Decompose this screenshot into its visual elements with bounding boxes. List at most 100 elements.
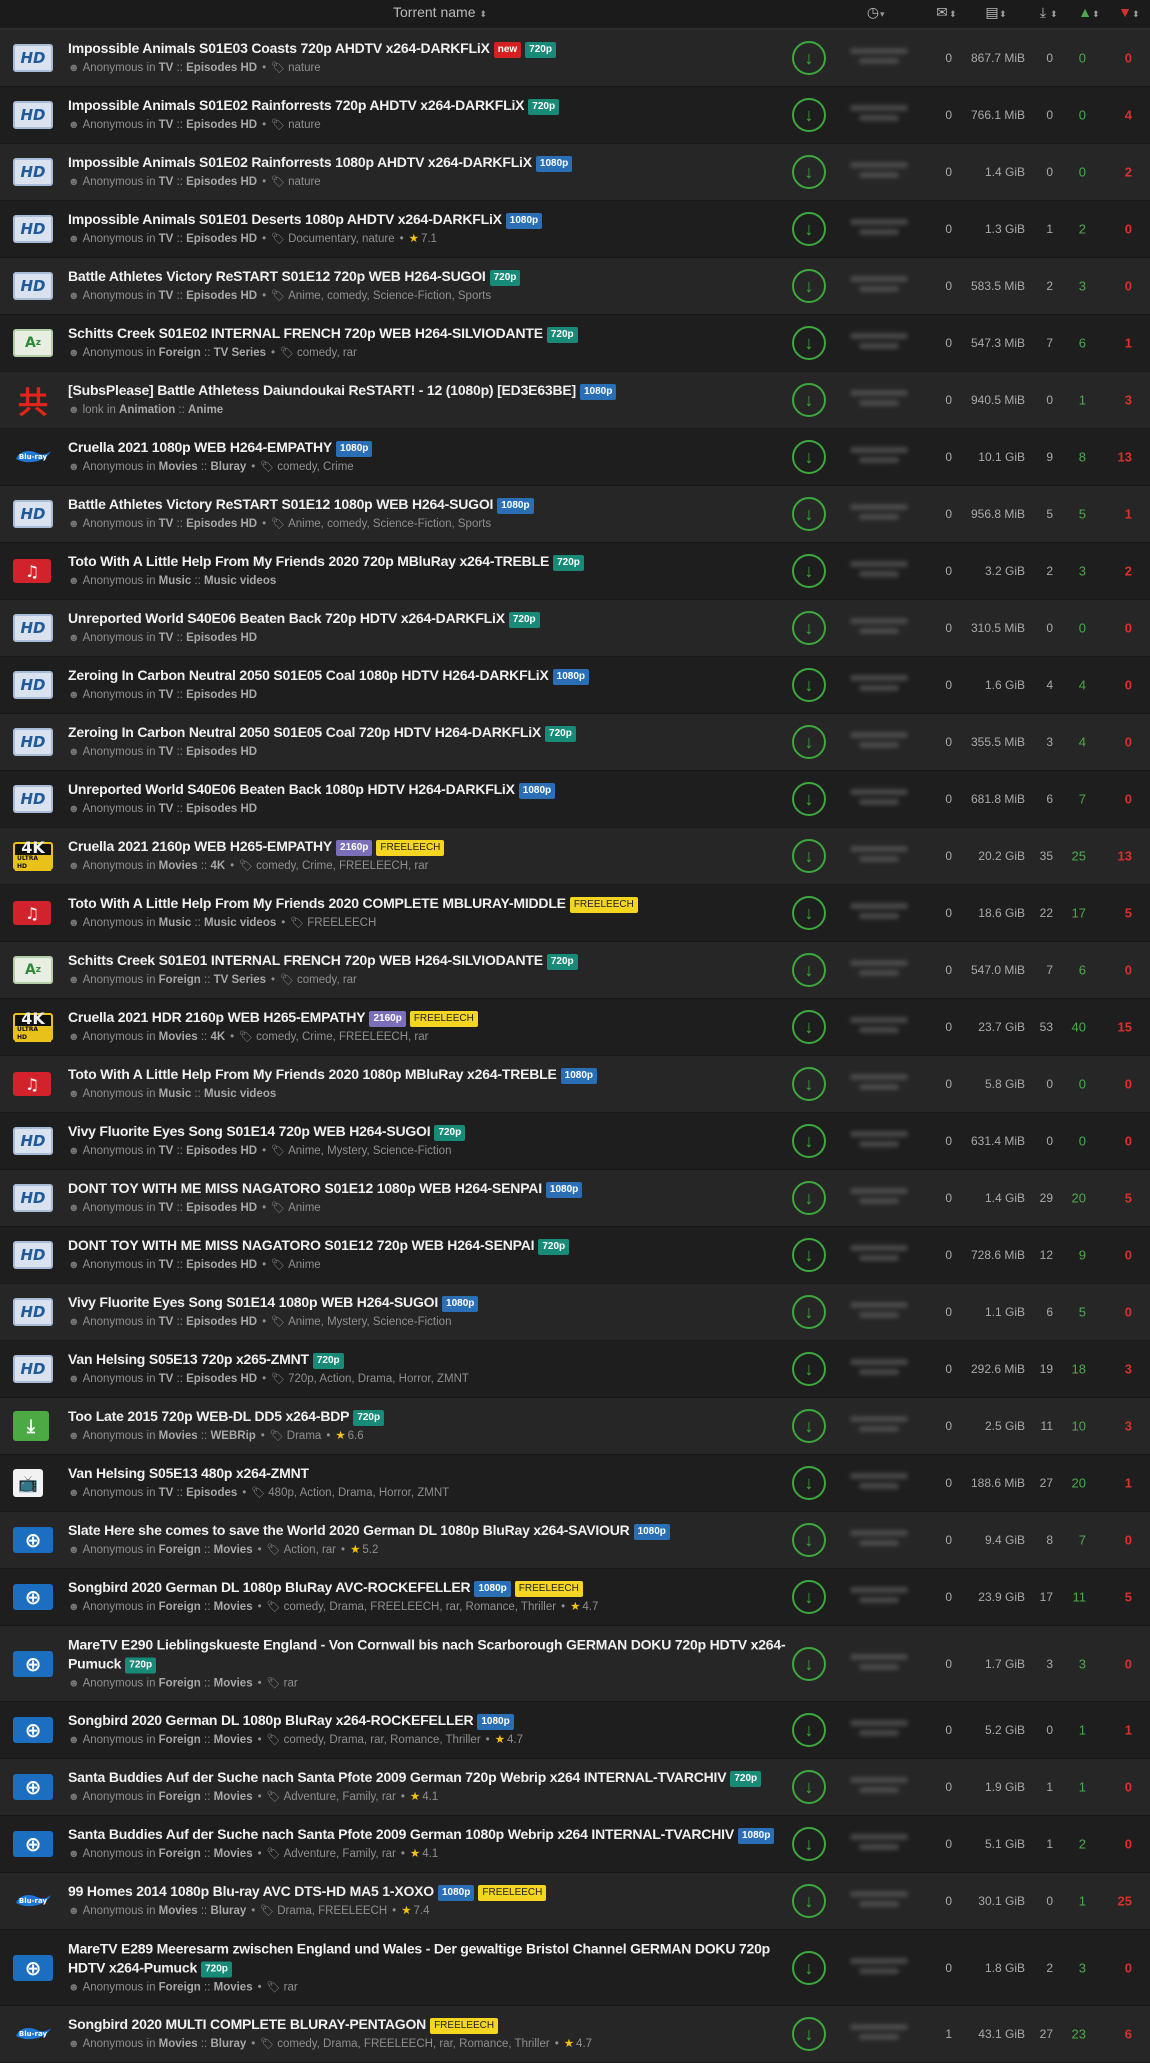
4k-category-icon[interactable]: 4K ULTRA HD <box>13 840 53 871</box>
column-header-seeders[interactable]: ▲⬍ <box>1078 4 1099 20</box>
bluray-category-icon[interactable]: Blu-ray <box>13 443 53 471</box>
category-link[interactable]: Music <box>159 917 192 929</box>
hd-category-icon[interactable]: HD <box>13 1298 53 1326</box>
download-icon[interactable]: ↓ <box>792 668 826 702</box>
subcategory-link[interactable]: Bluray <box>210 1905 246 1917</box>
category-link[interactable]: TV <box>159 1373 174 1385</box>
download-icon[interactable]: ↓ <box>792 2017 826 2051</box>
torrent-title-link[interactable]: Songbird 2020 MULTI COMPLETE BLURAY-PENT… <box>68 2016 426 2032</box>
column-header-size[interactable]: ▤⬍ <box>985 4 1006 21</box>
hd-category-icon[interactable]: HD <box>13 158 53 186</box>
subcategory-link[interactable]: Music videos <box>204 575 276 587</box>
download-icon[interactable]: ↓ <box>792 1646 826 1681</box>
bluray-category-icon[interactable]: Blu-ray <box>13 1887 53 1915</box>
subcategory-link[interactable]: Episodes HD <box>186 290 257 302</box>
hd-category-icon[interactable]: HD <box>13 1184 53 1212</box>
download-icon[interactable]: ↓ <box>792 782 826 816</box>
category-link[interactable]: TV <box>159 1202 174 1214</box>
category-link[interactable]: TV <box>159 746 174 758</box>
category-link[interactable]: Foreign <box>159 1544 201 1556</box>
music-category-icon[interactable]: ♫ <box>13 1072 51 1096</box>
download-icon[interactable]: ↓ <box>792 98 826 132</box>
category-link[interactable]: Music <box>159 1088 192 1100</box>
subcategory-link[interactable]: TV Series <box>214 974 266 986</box>
music-category-icon[interactable]: ♫ <box>13 559 51 583</box>
torrent-title-link[interactable]: Vivy Fluorite Eyes Song S01E14 720p WEB … <box>68 1123 431 1139</box>
foreign-movie-category-icon[interactable]: ⊕ <box>13 1717 53 1743</box>
foreign-movie-category-icon[interactable]: ⊕ <box>13 1774 53 1800</box>
download-icon[interactable]: ↓ <box>792 725 826 759</box>
category-link[interactable]: TV <box>159 689 174 701</box>
torrent-title-link[interactable]: Slate Here she comes to save the World 2… <box>68 1522 630 1538</box>
torrent-title-link[interactable]: Impossible Animals S01E03 Coasts 720p AH… <box>68 40 490 56</box>
column-header-comments[interactable]: ✉⬍ <box>935 4 956 21</box>
hd-category-icon[interactable]: HD <box>13 1127 53 1155</box>
download-icon[interactable]: ↓ <box>792 1770 826 1804</box>
subcategory-link[interactable]: Episodes HD <box>186 518 257 530</box>
torrent-title-link[interactable]: 99 Homes 2014 1080p Blu-ray AVC DTS-HD M… <box>68 1883 434 1899</box>
torrent-title-link[interactable]: DONT TOY WITH ME MISS NAGATORO S01E12 10… <box>68 1180 542 1196</box>
subcategory-link[interactable]: Movies <box>214 1848 253 1860</box>
download-icon[interactable]: ↓ <box>792 839 826 873</box>
download-icon[interactable]: ↓ <box>792 1523 826 1557</box>
column-header-leechers[interactable]: ▼⬍ <box>1118 4 1139 20</box>
torrent-title-link[interactable]: Unreported World S40E06 Beaten Back 1080… <box>68 781 515 797</box>
download-icon[interactable]: ↓ <box>792 383 826 417</box>
hd-category-icon[interactable]: HD <box>13 671 53 699</box>
subcategory-link[interactable]: Movies <box>214 1544 253 1556</box>
torrent-title-link[interactable]: Songbird 2020 German DL 1080p BluRay x26… <box>68 1712 474 1728</box>
category-link[interactable]: TV <box>159 290 174 302</box>
category-link[interactable]: Music <box>159 575 192 587</box>
hd-category-icon[interactable]: HD <box>13 785 53 813</box>
download-icon[interactable]: ↓ <box>792 1580 826 1614</box>
hd-category-icon[interactable]: HD <box>13 614 53 642</box>
tv-category-icon[interactable]: 📺 <box>13 1469 43 1497</box>
torrent-title-link[interactable]: Schitts Creek S01E02 INTERNAL FRENCH 720… <box>68 325 543 341</box>
category-link[interactable]: TV <box>159 176 174 188</box>
subcategory-link[interactable]: Episodes HD <box>186 632 257 644</box>
foreign-movie-category-icon[interactable]: ⊕ <box>13 1831 53 1857</box>
subcategory-link[interactable]: Episodes HD <box>186 62 257 74</box>
category-link[interactable]: TV <box>159 62 174 74</box>
foreign-movie-category-icon[interactable]: ⊕ <box>13 1954 53 1981</box>
download-icon[interactable]: ↓ <box>792 269 826 303</box>
4k-category-icon[interactable]: 4K ULTRA HD <box>13 1011 53 1042</box>
hd-category-icon[interactable]: HD <box>13 44 53 72</box>
download-icon[interactable]: ↓ <box>792 326 826 360</box>
subcategory-link[interactable]: 4K <box>210 860 225 872</box>
torrent-title-link[interactable]: Cruella 2021 1080p WEB H264-EMPATHY <box>68 439 332 455</box>
column-header-time[interactable]: ◷▾ <box>866 4 885 21</box>
foreign-movie-category-icon[interactable]: ⊕ <box>13 1527 53 1553</box>
download-icon[interactable]: ↓ <box>792 1409 826 1443</box>
torrent-title-link[interactable]: Schitts Creek S01E01 INTERNAL FRENCH 720… <box>68 952 543 968</box>
download-icon[interactable]: ↓ <box>792 1238 826 1272</box>
subcategory-link[interactable]: Music videos <box>204 1088 276 1100</box>
bluray-category-icon[interactable]: Blu-ray <box>13 2020 53 2048</box>
subcategory-link[interactable]: Episodes HD <box>186 1316 257 1328</box>
torrent-title-link[interactable]: Impossible Animals S01E02 Rainforrests 7… <box>68 97 524 113</box>
torrent-title-link[interactable]: Van Helsing S05E13 480p x264-ZMNT <box>68 1465 309 1481</box>
torrent-title-link[interactable]: Zeroing In Carbon Neutral 2050 S01E05 Co… <box>68 667 549 683</box>
hd-category-icon[interactable]: HD <box>13 272 53 300</box>
torrent-title-link[interactable]: Songbird 2020 German DL 1080p BluRay AVC… <box>68 1579 471 1595</box>
subcategory-link[interactable]: Movies <box>214 1677 253 1689</box>
hd-category-icon[interactable]: HD <box>13 500 53 528</box>
subcategory-link[interactable]: Episodes <box>186 1487 237 1499</box>
category-link[interactable]: TV <box>159 632 174 644</box>
category-link[interactable]: TV <box>159 518 174 530</box>
anime-category-icon[interactable]: 共 <box>13 386 53 421</box>
torrent-title-link[interactable]: Too Late 2015 720p WEB-DL DD5 x264-BDP <box>68 1408 350 1424</box>
hd-category-icon[interactable]: HD <box>13 1241 53 1269</box>
download-icon[interactable]: ↓ <box>792 155 826 189</box>
webrip-category-icon[interactable]: ⤓ <box>13 1411 49 1441</box>
music-category-icon[interactable]: ♫ <box>13 901 51 925</box>
subcategory-link[interactable]: Episodes HD <box>186 1145 257 1157</box>
download-icon[interactable]: ↓ <box>792 896 826 930</box>
foreign-tv-category-icon[interactable]: Az <box>13 956 53 984</box>
download-icon[interactable]: ↓ <box>792 1295 826 1329</box>
download-icon[interactable]: ↓ <box>792 953 826 987</box>
torrent-title-link[interactable]: Toto With A Little Help From My Friends … <box>68 895 566 911</box>
category-link[interactable]: Animation <box>119 404 175 416</box>
category-link[interactable]: TV <box>159 1487 174 1499</box>
torrent-title-link[interactable]: Battle Athletes Victory ReSTART S01E12 1… <box>68 496 493 512</box>
